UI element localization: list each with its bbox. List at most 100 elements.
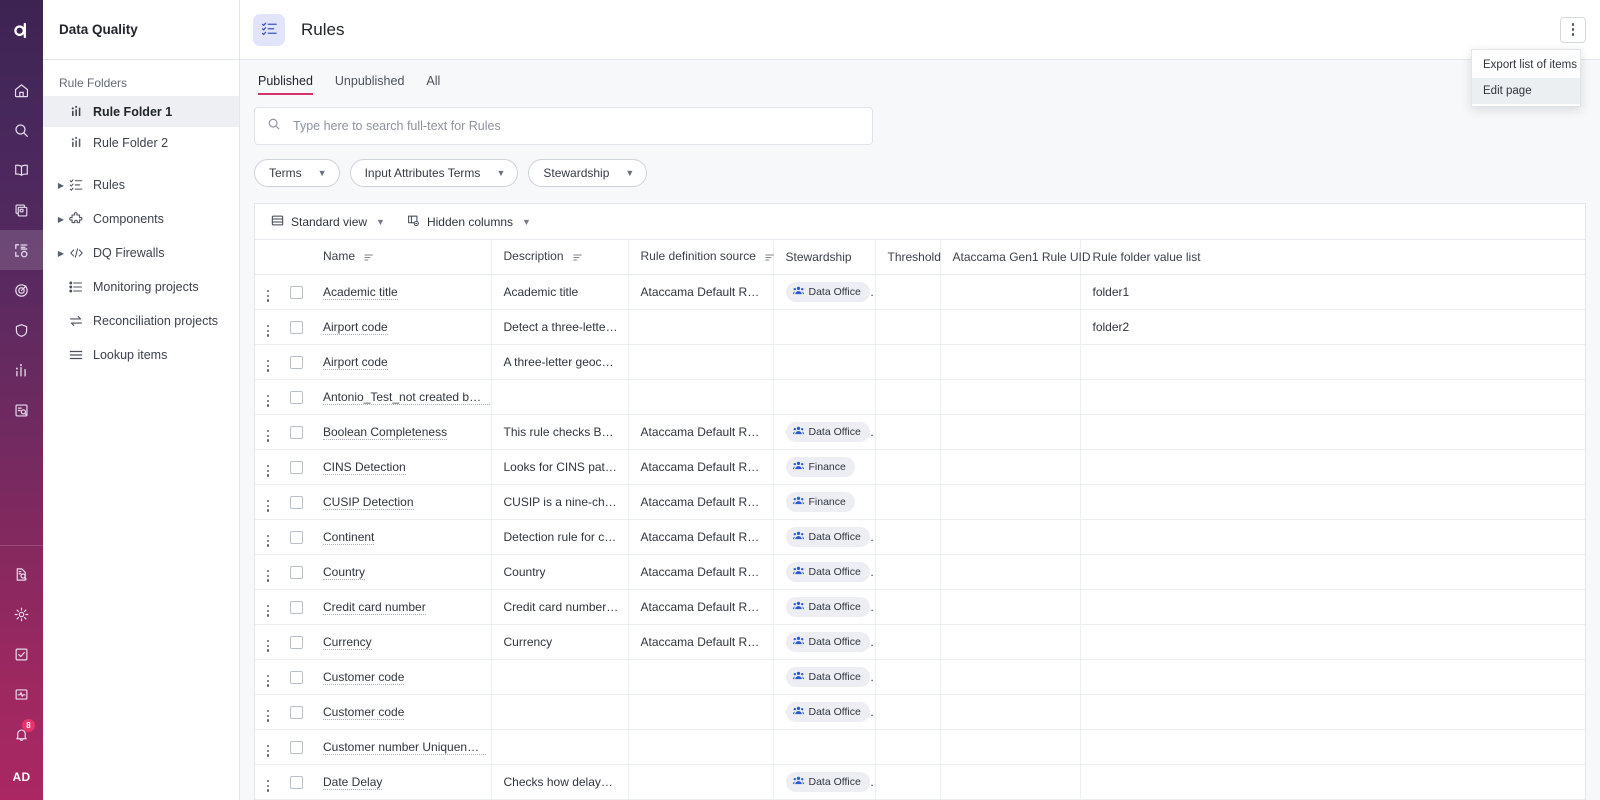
cell-name[interactable]: CINS Detection — [311, 449, 492, 485]
row-kebab-icon[interactable] — [266, 465, 270, 477]
row-kebab-icon[interactable] — [266, 430, 270, 442]
rule-name-link[interactable]: Date Delay — [323, 774, 383, 790]
row-kebab-icon[interactable] — [266, 605, 270, 617]
sidebar-item-rules[interactable]: ▶ Rules — [43, 168, 239, 202]
checkbox-icon[interactable] — [289, 355, 303, 369]
checkbox-icon[interactable] — [289, 460, 303, 474]
th-stewardship[interactable]: Stewardship — [773, 240, 876, 275]
rail-item-dq-target[interactable] — [0, 270, 43, 310]
checkbox-icon[interactable] — [289, 320, 303, 334]
th-description[interactable]: Description — [491, 240, 629, 275]
table-row[interactable]: CUSIP Detection CUSIP is a nine-chara… At… — [255, 484, 1585, 520]
rail-item-glossary[interactable] — [0, 150, 43, 190]
sidebar-item-monitoring-projects[interactable]: ▶ Monitoring projects — [43, 270, 239, 304]
checkbox-icon[interactable] — [289, 635, 303, 649]
row-kebab-icon[interactable] — [266, 745, 270, 757]
checkbox-icon[interactable] — [289, 390, 303, 404]
rule-name-link[interactable]: Antonio_Test_not created by user — [323, 389, 490, 405]
rule-name-link[interactable]: Customer number Uniqueness — [323, 739, 486, 755]
chevron-right-icon[interactable]: ▶ — [53, 249, 69, 258]
rule-name-link[interactable]: Currency — [323, 634, 372, 650]
row-checkbox[interactable] — [281, 414, 311, 450]
row-checkbox[interactable] — [281, 764, 311, 800]
row-checkbox[interactable] — [281, 309, 311, 345]
search-input[interactable] — [293, 119, 860, 133]
rail-item-tasks[interactable] — [0, 634, 43, 674]
cell-name[interactable]: Antonio_Test_not created by user — [311, 379, 492, 415]
row-actions-button[interactable] — [255, 344, 281, 380]
row-kebab-icon[interactable] — [266, 640, 270, 652]
checkbox-icon[interactable] — [289, 565, 303, 579]
checkbox-icon[interactable] — [289, 285, 303, 299]
checkbox-icon[interactable] — [289, 775, 303, 789]
ataccama-logo-icon[interactable] — [0, 0, 43, 60]
row-actions-button[interactable] — [255, 449, 281, 485]
page-options-button[interactable] — [1560, 16, 1586, 43]
rail-item-settings[interactable] — [0, 594, 43, 634]
row-kebab-icon[interactable] — [266, 535, 270, 547]
sidebar-item-reconciliation-projects[interactable]: ▶ Reconciliation projects — [43, 304, 239, 338]
filter-chip-terms[interactable]: Terms ▼ — [254, 159, 340, 187]
row-checkbox[interactable] — [281, 589, 311, 625]
row-kebab-icon[interactable] — [266, 290, 270, 302]
avatar[interactable]: AD — [0, 754, 43, 800]
row-kebab-icon[interactable] — [266, 570, 270, 582]
tab-all[interactable]: All — [426, 74, 440, 95]
rail-item-reports[interactable] — [0, 350, 43, 390]
rail-item-catalog[interactable] — [0, 190, 43, 230]
table-row[interactable]: Customer code Data Office — [255, 694, 1585, 730]
sidebar-item-components[interactable]: ▶ Components — [43, 202, 239, 236]
cell-name[interactable]: Customer code — [311, 694, 492, 730]
rail-item-home[interactable] — [0, 70, 43, 110]
search-bar[interactable] — [254, 107, 873, 145]
row-checkbox[interactable] — [281, 379, 311, 415]
tab-unpublished[interactable]: Unpublished — [335, 74, 405, 95]
checkbox-icon[interactable] — [289, 600, 303, 614]
rail-item-data-quality[interactable] — [0, 230, 43, 270]
checkbox-icon[interactable] — [289, 495, 303, 509]
rule-name-link[interactable]: CINS Detection — [323, 459, 406, 475]
row-checkbox[interactable] — [281, 729, 311, 765]
row-actions-button[interactable] — [255, 764, 281, 800]
row-actions-button[interactable] — [255, 484, 281, 520]
cell-name[interactable]: Boolean Completeness — [311, 414, 492, 450]
hidden-columns-selector[interactable]: Hidden columns ▼ — [407, 214, 531, 230]
sidebar-folder-rule-folder-2[interactable]: Rule Folder 2 — [43, 127, 239, 158]
rule-name-link[interactable]: Country — [323, 564, 366, 580]
row-actions-button[interactable] — [255, 554, 281, 590]
rule-name-link[interactable]: Credit card number — [323, 599, 426, 615]
th-rule-folder-value-list[interactable]: Rule folder value list — [1080, 240, 1585, 275]
row-actions-button[interactable] — [255, 274, 281, 310]
table-row[interactable]: Academic title Academic title Ataccama Def… — [255, 274, 1585, 310]
cell-name[interactable]: Continent — [311, 519, 492, 555]
cell-name[interactable]: CUSIP Detection — [311, 484, 492, 520]
table-row[interactable]: Date Delay Checks how delayed t… Data Offi… — [255, 764, 1585, 800]
row-actions-button[interactable] — [255, 694, 281, 730]
sort-icon[interactable] — [765, 251, 775, 265]
row-actions-button[interactable] — [255, 624, 281, 660]
cell-name[interactable]: Academic title — [311, 274, 492, 310]
rail-item-file-search[interactable] — [0, 554, 43, 594]
table-row[interactable]: CINS Detection Looks for CINS pattern. Ata… — [255, 449, 1585, 485]
row-checkbox[interactable] — [281, 624, 311, 660]
th-rule-definition-source[interactable]: Rule definition source — [628, 240, 775, 275]
cell-name[interactable]: Credit card number — [311, 589, 492, 625]
filter-chip-input-attributes-terms[interactable]: Input Attributes Terms ▼ — [349, 159, 519, 187]
table-row[interactable]: Country Country Ataccama Default Rules Data… — [255, 554, 1585, 590]
rule-name-link[interactable]: Boolean Completeness — [323, 424, 448, 440]
rail-item-shield[interactable] — [0, 310, 43, 350]
row-checkbox[interactable] — [281, 484, 311, 520]
table-row[interactable]: Airport code Detect a three-letter g… fold… — [255, 309, 1585, 345]
table-row[interactable]: Credit card number Credit card number is … — [255, 589, 1585, 625]
view-selector[interactable]: Standard view ▼ — [271, 214, 385, 230]
row-kebab-icon[interactable] — [266, 675, 270, 687]
rule-name-link[interactable]: Airport code — [323, 354, 388, 370]
chevron-right-icon[interactable]: ▶ — [53, 181, 69, 190]
rail-item-notifications[interactable]: 8 — [0, 714, 43, 754]
menu-item-edit-page[interactable]: Edit page — [1472, 78, 1580, 104]
checkbox-icon[interactable] — [289, 425, 303, 439]
checkbox-icon[interactable] — [289, 670, 303, 684]
row-checkbox[interactable] — [281, 519, 311, 555]
table-row[interactable]: Continent Detection rule for cont… Ataccam… — [255, 519, 1585, 555]
row-actions-button[interactable] — [255, 519, 281, 555]
